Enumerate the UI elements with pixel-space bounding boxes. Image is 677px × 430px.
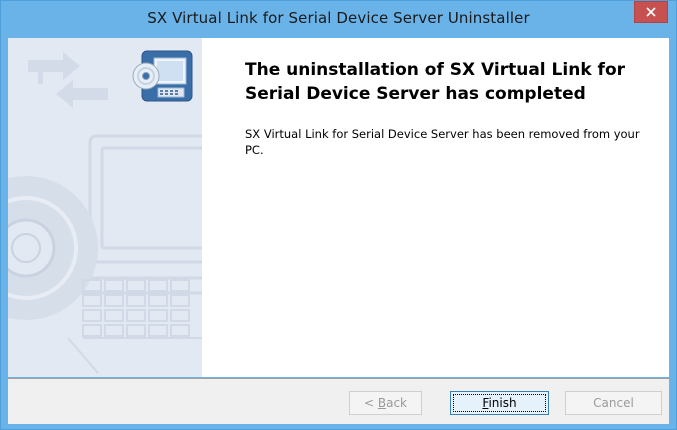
cd-disc-icon [8,176,98,320]
main-panel: The uninstallation of SX Virtual Link fo… [202,38,669,377]
finish-button-rest: inish [488,396,517,410]
title-bar[interactable]: SX Virtual Link for Serial Device Server… [1,1,676,38]
back-button-rest: ack [386,396,407,410]
close-button[interactable] [634,1,668,23]
completion-message: SX Virtual Link for Serial Device Server… [245,127,640,157]
cancel-button[interactable]: Cancel [565,391,662,415]
window-title: SX Virtual Link for Serial Device Server… [147,9,530,27]
arrows-icon [28,52,108,108]
back-button-prefix: < [363,396,378,410]
back-button[interactable]: < Back [349,391,422,415]
back-button-mnemonic: B [377,396,387,410]
finish-button[interactable]: Finish [450,391,549,415]
wizard-content: The uninstallation of SX Virtual Link fo… [8,38,669,377]
button-bar: < Back Finish Cancel [8,378,669,424]
uninstaller-window: SX Virtual Link for Serial Device Server… [0,0,677,430]
side-banner [8,38,202,377]
page-headline: The uninstallation of SX Virtual Link fo… [245,60,626,104]
close-icon [646,7,656,17]
installer-monitor-disc-icon [132,50,193,102]
